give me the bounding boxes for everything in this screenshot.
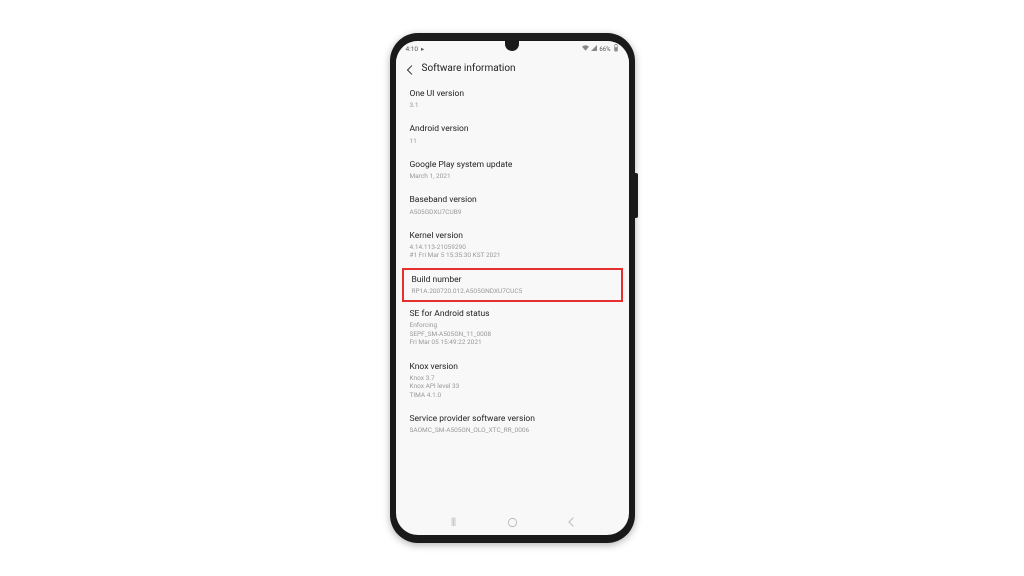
item-subtitle: 4.14.113-21059290 #1 Fri Mar 5 15:35:30 … bbox=[410, 243, 615, 260]
list-item-play-update[interactable]: Google Play system update March 1, 2021 bbox=[396, 153, 629, 188]
signal-icon bbox=[591, 45, 597, 53]
item-title: One UI version bbox=[410, 89, 615, 100]
item-subtitle: A505GDXU7CUB9 bbox=[410, 208, 615, 216]
status-right: 66% bbox=[582, 44, 618, 54]
item-title: Knox version bbox=[410, 362, 615, 373]
status-left: 4:10 ▸ bbox=[406, 45, 425, 53]
recents-button[interactable]: ||| bbox=[445, 516, 461, 528]
settings-list: One UI version 3.1 Android version 11 Go… bbox=[396, 82, 629, 443]
list-item-one-ui[interactable]: One UI version 3.1 bbox=[396, 82, 629, 117]
back-button[interactable] bbox=[563, 516, 579, 528]
list-item-service-provider[interactable]: Service provider software version SAOMC_… bbox=[396, 407, 629, 442]
item-subtitle: 3.1 bbox=[410, 101, 615, 109]
phone-frame: 4:10 ▸ 66% Software information bbox=[390, 33, 635, 543]
item-subtitle: March 1, 2021 bbox=[410, 172, 615, 180]
item-title: Baseband version bbox=[410, 195, 615, 206]
item-subtitle: Knox 3.7 Knox API level 33 TIMA 4.1.0 bbox=[410, 374, 615, 399]
android-nav-bar: ||| bbox=[396, 513, 629, 531]
item-subtitle: SAOMC_SM-A505GN_OLO_XTC_RR_0006 bbox=[410, 426, 615, 434]
item-title: SE for Android status bbox=[410, 309, 615, 320]
battery-icon bbox=[613, 44, 619, 54]
list-item-baseband[interactable]: Baseband version A505GDXU7CUB9 bbox=[396, 188, 629, 223]
item-subtitle: Enforcing SEPF_SM-A505GN_11_0008 Fri Mar… bbox=[410, 321, 615, 346]
list-item-build-number[interactable]: Build number RP1A.200720.012.A505GNDXU7C… bbox=[402, 268, 623, 302]
battery-text: 66% bbox=[599, 46, 610, 53]
list-item-knox[interactable]: Knox version Knox 3.7 Knox API level 33 … bbox=[396, 355, 629, 407]
list-item-android-version[interactable]: Android version 11 bbox=[396, 117, 629, 152]
phone-side-button bbox=[635, 173, 638, 218]
item-title: Service provider software version bbox=[410, 414, 615, 425]
screen: 4:10 ▸ 66% Software information bbox=[396, 41, 629, 535]
item-subtitle: 11 bbox=[410, 137, 615, 145]
back-icon[interactable] bbox=[406, 65, 414, 73]
item-title: Android version bbox=[410, 124, 615, 135]
home-button[interactable] bbox=[504, 516, 520, 528]
list-item-kernel[interactable]: Kernel version 4.14.113-21059290 #1 Fri … bbox=[396, 224, 629, 268]
page-header: Software information bbox=[396, 57, 629, 82]
item-title: Kernel version bbox=[410, 231, 615, 242]
wifi-icon bbox=[582, 45, 589, 53]
item-subtitle: RP1A.200720.012.A505GNDXU7CUC5 bbox=[412, 287, 613, 295]
item-title: Google Play system update bbox=[410, 160, 615, 171]
page-title: Software information bbox=[422, 63, 516, 74]
list-item-se-android[interactable]: SE for Android status Enforcing SEPF_SM-… bbox=[396, 302, 629, 354]
item-title: Build number bbox=[412, 275, 613, 286]
video-icon: ▸ bbox=[421, 45, 424, 53]
status-time: 4:10 bbox=[406, 45, 419, 53]
